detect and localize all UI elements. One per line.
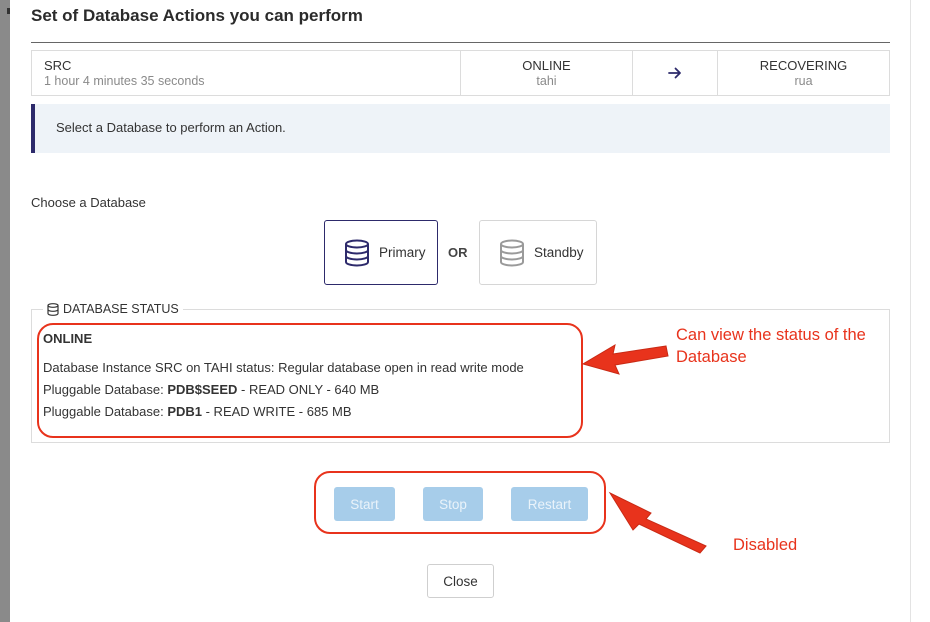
source-name: SRC (44, 58, 72, 73)
database-status-legend-text: DATABASE STATUS (63, 302, 179, 316)
recovering-state: RECOVERING (759, 58, 848, 73)
elapsed-time: 1 hour 4 minutes 35 seconds (44, 74, 205, 88)
choose-database-label: Choose a Database (31, 195, 146, 210)
database-status-legend: DATABASE STATUS (43, 301, 183, 317)
standby-database-option[interactable]: Standby (479, 220, 597, 285)
or-separator: OR (448, 245, 468, 260)
status-annotation: Can view the status of the Database (676, 324, 866, 368)
buttons-highlight-outline (314, 471, 606, 534)
database-icon (343, 238, 371, 268)
status-annotation-line: Database (676, 348, 747, 366)
standby-option-label: Standby (534, 245, 584, 260)
recovering-host: rua (794, 74, 813, 88)
arrow-right-icon (668, 67, 681, 79)
online-host: tahi (536, 74, 557, 88)
primary-database-option[interactable]: Primary (324, 220, 438, 285)
background-page-edge-right (910, 0, 930, 622)
arrow-cell (633, 51, 718, 95)
title-divider (31, 42, 890, 43)
modal-title: Set of Database Actions you can perform (31, 6, 363, 25)
background-page-mark (7, 8, 10, 14)
info-banner: Select a Database to perform an Action. (31, 104, 890, 153)
source-cell: SRC 1 hour 4 minutes 35 seconds (32, 51, 461, 95)
status-highlight-outline (37, 323, 583, 438)
online-cell: ONLINE tahi (461, 51, 633, 95)
background-page-edge (0, 0, 10, 622)
database-icon (498, 238, 526, 268)
primary-option-label: Primary (379, 245, 426, 260)
status-annotation-line: Can view the status of the (676, 326, 866, 344)
close-button[interactable]: Close (427, 564, 494, 598)
online-state: ONLINE (522, 58, 571, 73)
database-icon (47, 302, 60, 316)
sync-status-table: SRC 1 hour 4 minutes 35 seconds ONLINE t… (31, 50, 890, 96)
recovering-cell: RECOVERING rua (718, 51, 889, 95)
annotation-arrow (608, 491, 707, 554)
disabled-annotation: Disabled (733, 536, 798, 554)
